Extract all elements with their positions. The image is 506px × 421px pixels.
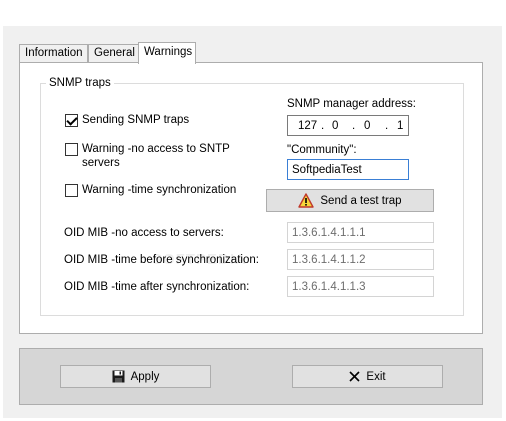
warning-icon xyxy=(298,193,315,208)
sending-traps-checkbox[interactable] xyxy=(65,114,78,127)
ip-dot-1: . xyxy=(321,120,325,132)
save-icon xyxy=(112,370,125,383)
warnings-panel: SNMP traps Sending SNMP traps Warning -n… xyxy=(19,62,483,334)
ip-dot-3: . xyxy=(385,120,389,132)
oid-after-sync-label: OID MIB -time after synchronization: xyxy=(64,281,250,293)
sending-traps-label: Sending SNMP traps xyxy=(82,114,190,126)
oid-no-access-input[interactable]: 1.3.6.1.4.1.1.1 xyxy=(287,222,434,243)
exit-button[interactable]: Exit xyxy=(292,365,443,388)
apply-button[interactable]: Apply xyxy=(60,365,211,388)
button-bar: Apply Exit xyxy=(19,348,483,405)
oid-before-sync-input[interactable]: 1.3.6.1.4.1.1.2 xyxy=(287,249,434,270)
group-title: SNMP traps xyxy=(46,76,114,91)
tab-warnings[interactable]: Warnings xyxy=(138,42,196,64)
watermark: SOFTPEDIA xyxy=(152,251,247,268)
sending-traps-row[interactable]: Sending SNMP traps xyxy=(65,113,189,127)
time-sync-checkbox[interactable] xyxy=(65,184,78,197)
ip-octet-3[interactable]: 0 xyxy=(364,119,370,133)
tab-information[interactable]: Information xyxy=(19,44,88,63)
oid-no-access-label: OID MIB -no access to servers: xyxy=(64,227,224,239)
manager-address-label: SNMP manager address: xyxy=(287,98,416,110)
manager-ip-field[interactable]: 127 . 0 . 0 . 1 xyxy=(287,115,409,136)
community-input[interactable]: SoftpediaTest xyxy=(287,159,409,180)
no-access-label: Warning -no access to SNTP servers xyxy=(82,142,230,170)
snmp-traps-group: SNMP traps Sending SNMP traps Warning -n… xyxy=(40,76,464,316)
ip-octet-1[interactable]: 127 xyxy=(298,119,317,133)
ip-octet-4[interactable]: 1 xyxy=(397,119,403,133)
time-sync-label: Warning -time synchronization xyxy=(82,184,237,196)
tab-general[interactable]: General xyxy=(88,44,139,63)
oid-after-sync-input[interactable]: 1.3.6.1.4.1.1.3 xyxy=(287,276,434,297)
time-sync-row[interactable]: Warning -time synchronization xyxy=(65,183,236,197)
no-access-label-line2: servers xyxy=(82,157,120,169)
community-label: "Community": xyxy=(287,144,357,156)
send-test-trap-label: Send a test trap xyxy=(320,194,402,207)
send-test-trap-button[interactable]: Send a test trap xyxy=(266,189,434,212)
close-icon xyxy=(349,371,360,382)
no-access-checkbox[interactable] xyxy=(65,143,78,156)
ip-dot-2: . xyxy=(352,120,356,132)
exit-label: Exit xyxy=(366,370,386,383)
no-access-label-line1: Warning -no access to SNTP xyxy=(82,143,230,155)
apply-label: Apply xyxy=(130,370,160,383)
no-access-row[interactable]: Warning -no access to SNTP servers xyxy=(65,142,230,170)
ip-octet-2[interactable]: 0 xyxy=(332,119,338,133)
